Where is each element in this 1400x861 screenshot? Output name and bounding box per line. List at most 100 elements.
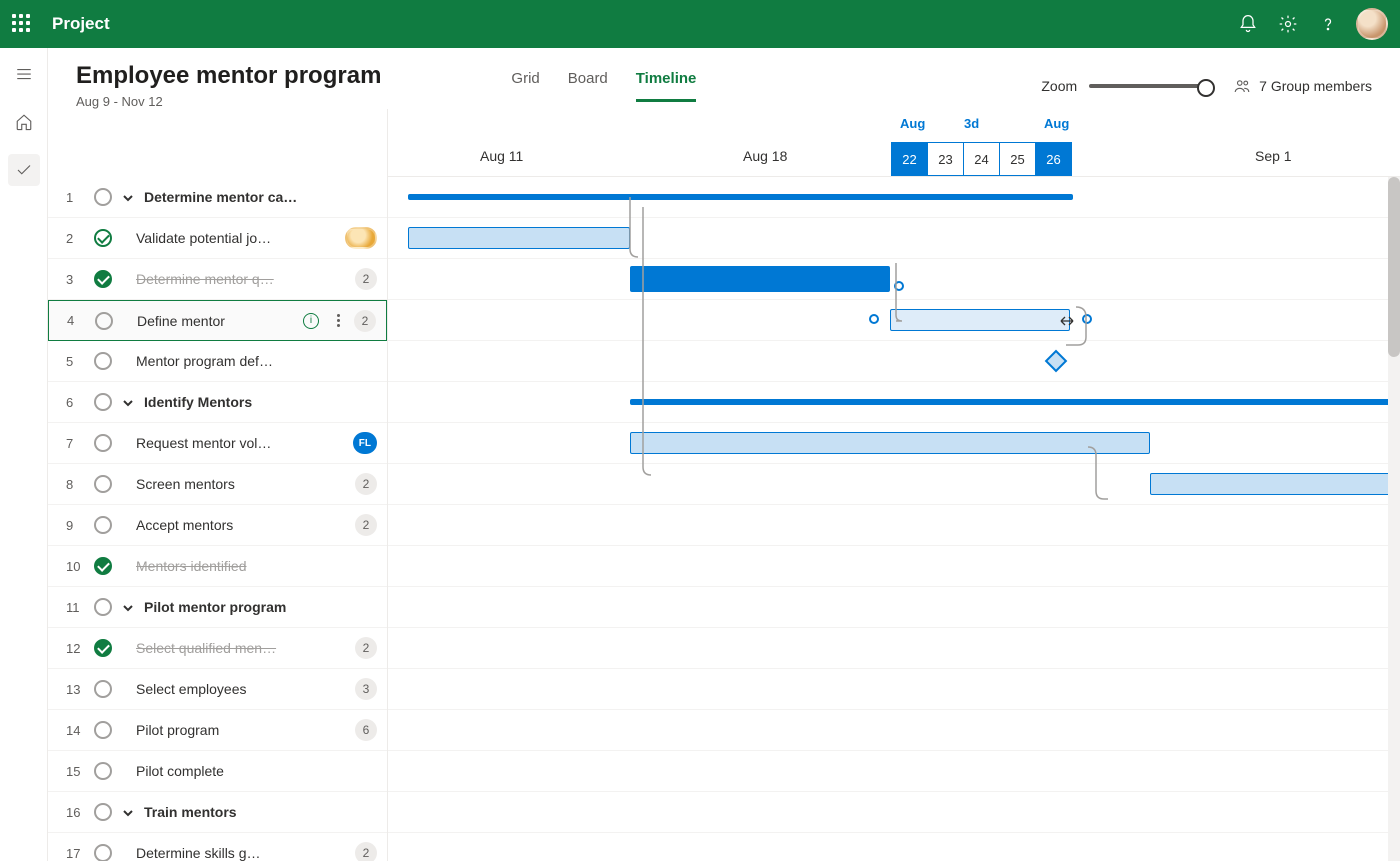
task-row[interactable]: 12Select qualified men…2 (48, 628, 387, 669)
info-icon[interactable]: i (303, 313, 319, 329)
task-status-toggle[interactable] (94, 639, 112, 657)
task-status-toggle[interactable] (94, 270, 112, 288)
app-launcher-icon[interactable] (12, 14, 32, 34)
task-status-toggle[interactable] (94, 844, 112, 861)
task-name: Mentor program def… (136, 353, 377, 369)
date-selection-strip[interactable]: Aug 3d Aug 22 23 24 25 26 (892, 142, 1072, 176)
task-name: Validate potential jo… (136, 230, 327, 246)
notifications-icon[interactable] (1228, 4, 1268, 44)
attachment-count-badge[interactable]: 2 (355, 842, 377, 861)
task-row[interactable]: 14Pilot program6 (48, 710, 387, 751)
resize-arrows-icon[interactable] (1060, 314, 1074, 328)
task-status-toggle[interactable] (94, 680, 112, 698)
chevron-down-icon[interactable] (122, 396, 134, 408)
task-row[interactable]: 13Select employees3 (48, 669, 387, 710)
chevron-down-icon[interactable] (122, 601, 134, 613)
gantt-bar-task-7[interactable] (630, 432, 1150, 454)
task-row[interactable]: 16Train mentors (48, 792, 387, 833)
more-icon[interactable] (333, 310, 344, 331)
tab-timeline[interactable]: Timeline (636, 70, 697, 102)
task-status-toggle[interactable] (94, 516, 112, 534)
task-row[interactable]: 7Request mentor vol…FL (48, 423, 387, 464)
task-status-toggle[interactable] (94, 598, 112, 616)
task-row[interactable]: 10Mentors identified (48, 546, 387, 587)
drag-handle-left[interactable] (869, 314, 879, 324)
task-status-toggle[interactable] (94, 475, 112, 493)
attachment-count-badge[interactable]: 2 (355, 473, 377, 495)
group-members-button[interactable]: 7 Group members (1233, 77, 1372, 95)
project-date-range: Aug 9 - Nov 12 (76, 94, 381, 109)
row-number: 11 (66, 600, 84, 615)
task-name: Pilot complete (136, 763, 377, 779)
task-row[interactable]: 15 Pilot complete (48, 751, 387, 792)
attachment-count-badge[interactable]: 2 (355, 514, 377, 536)
task-status-toggle[interactable] (94, 557, 112, 575)
attachment-count-badge[interactable]: 2 (354, 310, 376, 332)
day-26[interactable]: 26 (1035, 142, 1072, 176)
checkmark-icon[interactable] (8, 154, 40, 186)
assignee-avatar[interactable] (345, 227, 377, 249)
chevron-down-icon[interactable] (122, 191, 134, 203)
user-avatar[interactable] (1356, 8, 1388, 40)
gantt-bar-summary-6[interactable] (630, 399, 1390, 405)
task-status-toggle[interactable] (94, 721, 112, 739)
row-number: 15 (66, 764, 84, 779)
attachment-count-badge[interactable]: 2 (355, 268, 377, 290)
gantt-bar-task-2[interactable] (408, 227, 630, 249)
attachment-count-badge[interactable]: FL (353, 432, 377, 454)
task-row[interactable]: 11Pilot mentor program (48, 587, 387, 628)
task-status-toggle[interactable] (94, 434, 112, 452)
task-status-toggle[interactable] (94, 188, 112, 206)
project-title: Employee mentor program (76, 62, 381, 90)
task-row[interactable]: 9Accept mentors2 (48, 505, 387, 546)
gantt-milestone-5[interactable] (1045, 350, 1068, 373)
task-row[interactable]: 8Screen mentors2 (48, 464, 387, 505)
task-status-toggle[interactable] (95, 312, 113, 330)
task-row[interactable]: 6Identify Mentors (48, 382, 387, 423)
vertical-scrollbar[interactable] (1388, 177, 1400, 861)
menu-icon[interactable] (8, 58, 40, 90)
task-row[interactable]: 17Determine skills g…2 (48, 833, 387, 861)
tab-board[interactable]: Board (568, 70, 608, 102)
attachment-count-badge[interactable]: 2 (355, 637, 377, 659)
gantt-bar-task-4[interactable] (890, 309, 1070, 331)
task-row[interactable]: 5Mentor program def… (48, 341, 387, 382)
day-24[interactable]: 24 (963, 142, 1000, 176)
day-23[interactable]: 23 (927, 142, 964, 176)
settings-icon[interactable] (1268, 4, 1308, 44)
row-number: 2 (66, 231, 84, 246)
view-tabs: Grid Board Timeline (511, 70, 696, 102)
gantt-bar-task-3[interactable] (630, 266, 890, 292)
gantt-bar-summary-1[interactable] (408, 194, 1073, 200)
strip-month-right: Aug (1044, 116, 1069, 131)
row-number: 17 (66, 846, 84, 861)
task-name: Train mentors (144, 804, 377, 820)
home-icon[interactable] (8, 106, 40, 138)
zoom-slider[interactable] (1089, 84, 1209, 88)
task-row[interactable]: 2 Validate potential jo… (48, 218, 387, 259)
row-number: 3 (66, 272, 84, 287)
task-status-toggle[interactable] (94, 762, 112, 780)
date-tick-sep1: Sep 1 (1255, 148, 1292, 164)
day-22[interactable]: 22 (891, 142, 928, 176)
link-dot-icon[interactable] (894, 281, 904, 291)
attachment-count-badge[interactable]: 3 (355, 678, 377, 700)
zoom-control: Zoom (1041, 78, 1209, 94)
task-status-toggle[interactable] (94, 229, 112, 247)
task-status-toggle[interactable] (94, 393, 112, 411)
day-25[interactable]: 25 (999, 142, 1036, 176)
task-row[interactable]: 3Determine mentor q…2 (48, 259, 387, 300)
date-tick-aug11: Aug 11 (480, 148, 523, 164)
attachment-count-badge[interactable]: 6 (355, 719, 377, 741)
task-row[interactable]: 1Determine mentor ca… (48, 177, 387, 218)
gantt-bar-task-8[interactable] (1150, 473, 1390, 495)
drag-handle-right[interactable] (1082, 314, 1092, 324)
chevron-down-icon[interactable] (122, 806, 134, 818)
scrollbar-thumb[interactable] (1388, 177, 1400, 357)
tab-grid[interactable]: Grid (511, 70, 539, 102)
task-status-toggle[interactable] (94, 352, 112, 370)
task-row[interactable]: 4Define mentori2 (48, 300, 387, 341)
row-number: 4 (67, 313, 85, 328)
task-status-toggle[interactable] (94, 803, 112, 821)
help-icon[interactable] (1308, 4, 1348, 44)
